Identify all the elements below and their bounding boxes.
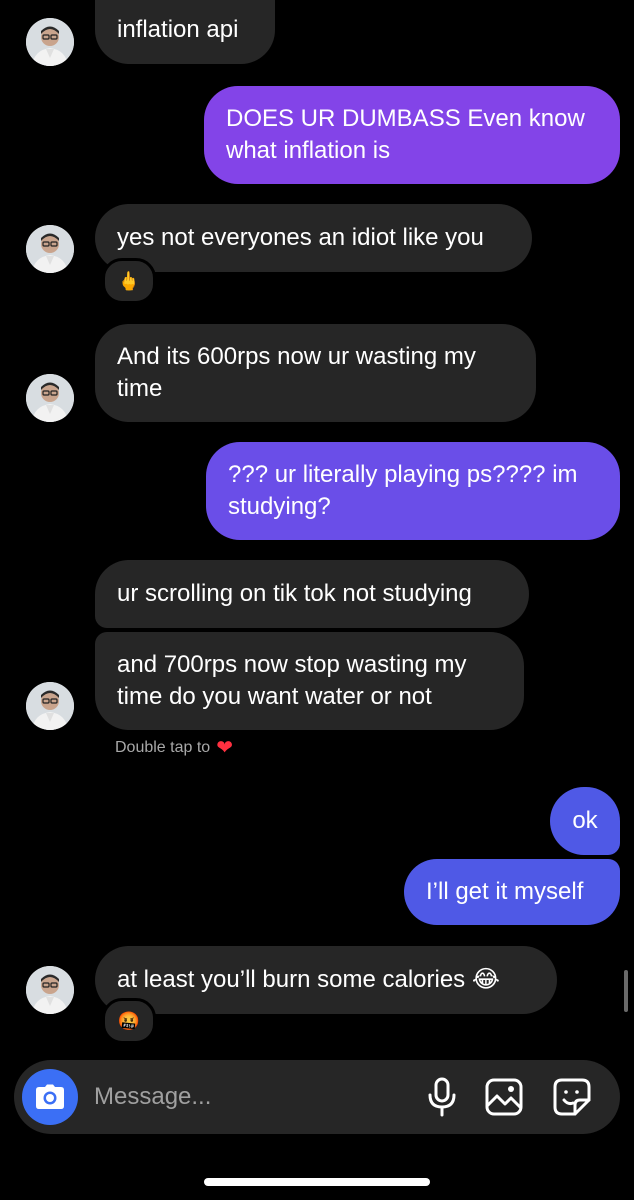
received-message[interactable]: And its 600rps now ur wasting my time bbox=[95, 324, 536, 422]
double-tap-hint: Double tap to ❤ bbox=[115, 738, 233, 758]
contact-avatar[interactable] bbox=[26, 225, 74, 273]
sent-message[interactable]: ??? ur literally playing ps???? im study… bbox=[206, 442, 620, 540]
contact-avatar[interactable] bbox=[26, 966, 74, 1014]
received-message[interactable]: ur scrolling on tik tok not studying bbox=[95, 560, 529, 628]
received-message[interactable]: and 700rps now stop wasting my time do y… bbox=[95, 632, 524, 730]
angry-face-reaction[interactable]: 🤬 bbox=[102, 998, 156, 1044]
received-message[interactable]: at least you’ll burn some calories 😂 bbox=[95, 946, 557, 1014]
contact-avatar[interactable] bbox=[26, 682, 74, 730]
middle-finger-reaction[interactable]: 🖕 bbox=[102, 258, 156, 304]
received-message[interactable]: inflation api bbox=[95, 0, 275, 64]
gallery-icon[interactable] bbox=[484, 1077, 524, 1117]
heart-icon: ❤ bbox=[216, 737, 233, 759]
camera-icon bbox=[36, 1084, 64, 1109]
contact-avatar[interactable] bbox=[26, 374, 74, 422]
sent-message[interactable]: I’ll get it myself bbox=[404, 859, 620, 925]
sent-message[interactable]: ok bbox=[550, 787, 620, 855]
home-indicator[interactable] bbox=[204, 1178, 430, 1186]
hint-text: Double tap to bbox=[115, 739, 211, 756]
received-message[interactable]: yes not everyones an idiot like you bbox=[95, 204, 532, 272]
contact-avatar[interactable] bbox=[26, 18, 74, 66]
message-input[interactable]: Message... bbox=[94, 1083, 211, 1111]
sent-message[interactable]: DOES UR DUMBASS Even know what inflation… bbox=[204, 86, 620, 184]
scrollbar[interactable] bbox=[624, 970, 628, 1012]
camera-button[interactable] bbox=[22, 1069, 78, 1125]
message-composer: Message... bbox=[14, 1060, 620, 1134]
microphone-icon[interactable] bbox=[422, 1077, 462, 1117]
sticker-icon[interactable] bbox=[552, 1077, 592, 1117]
